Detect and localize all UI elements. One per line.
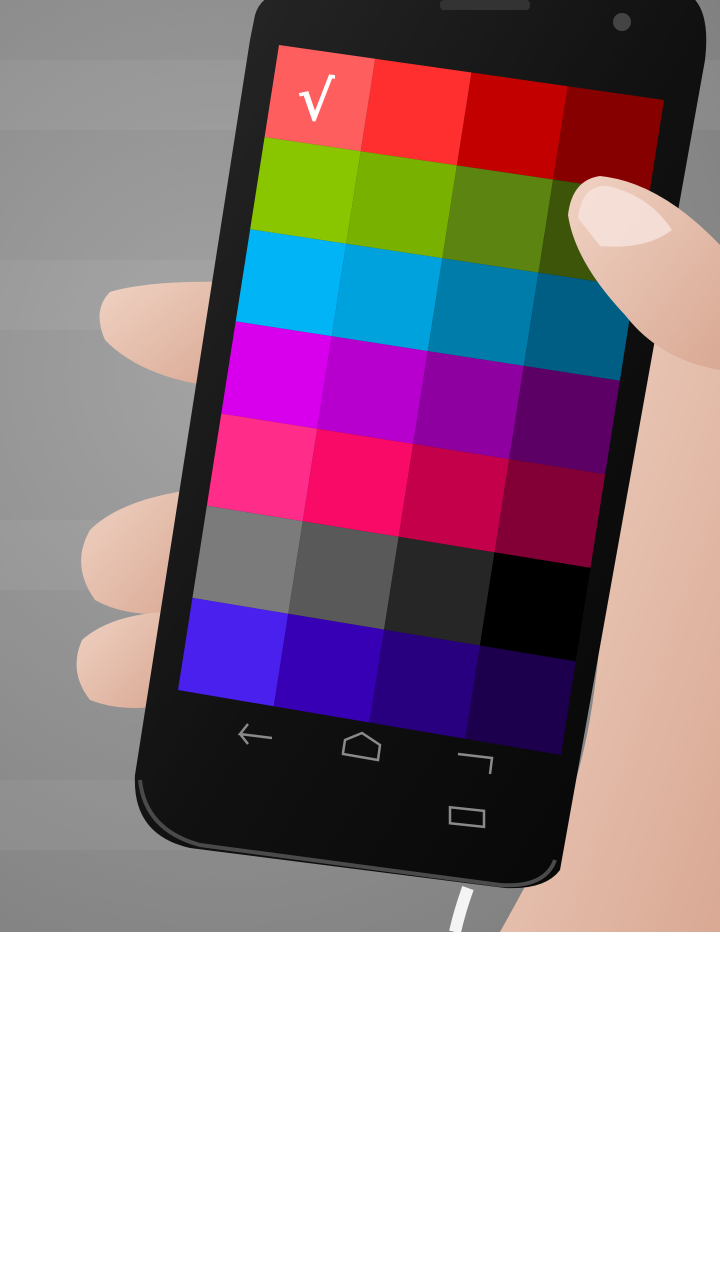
color-swatch-r5-c2[interactable] — [384, 536, 495, 646]
color-swatch-r2-c0[interactable] — [235, 229, 347, 337]
phone-scene: √ — [76, 0, 720, 932]
color-swatch-r1-c0[interactable] — [250, 137, 361, 244]
color-swatch-r5-c3[interactable] — [479, 552, 591, 662]
color-swatch-r5-c0[interactable] — [192, 505, 303, 614]
usb-cable — [449, 885, 474, 932]
color-swatch-r1-c1[interactable] — [346, 151, 457, 259]
front-camera — [613, 13, 631, 31]
color-swatch-r4-c0[interactable] — [206, 413, 318, 522]
color-swatch-r2-c1[interactable] — [331, 243, 443, 352]
color-swatch-r0-c2[interactable] — [456, 72, 568, 180]
color-swatch-r0-c1[interactable] — [360, 58, 472, 166]
blank-area — [0, 932, 720, 1280]
color-swatch-r3-c3[interactable] — [509, 365, 620, 475]
color-swatch-r6-c1[interactable] — [273, 613, 385, 723]
color-swatch-r6-c2[interactable] — [369, 629, 480, 739]
color-swatch-r3-c2[interactable] — [413, 351, 524, 460]
color-swatch-r3-c0[interactable] — [221, 321, 332, 429]
color-swatch-r6-c3[interactable] — [465, 645, 576, 755]
phone-photo: √ — [0, 0, 720, 932]
color-swatch-r4-c1[interactable] — [302, 428, 414, 537]
color-swatch-r1-c2[interactable] — [442, 165, 554, 273]
selected-check-mark: √ — [297, 63, 336, 137]
color-swatch-r4-c3[interactable] — [494, 459, 606, 568]
color-swatch-r2-c2[interactable] — [427, 258, 539, 366]
speaker-grille — [440, 0, 530, 10]
color-swatch-r6-c0[interactable] — [178, 597, 289, 707]
color-swatch-r5-c1[interactable] — [288, 521, 399, 630]
color-swatch-r4-c2[interactable] — [398, 443, 510, 553]
color-swatch-r3-c1[interactable] — [317, 336, 428, 444]
